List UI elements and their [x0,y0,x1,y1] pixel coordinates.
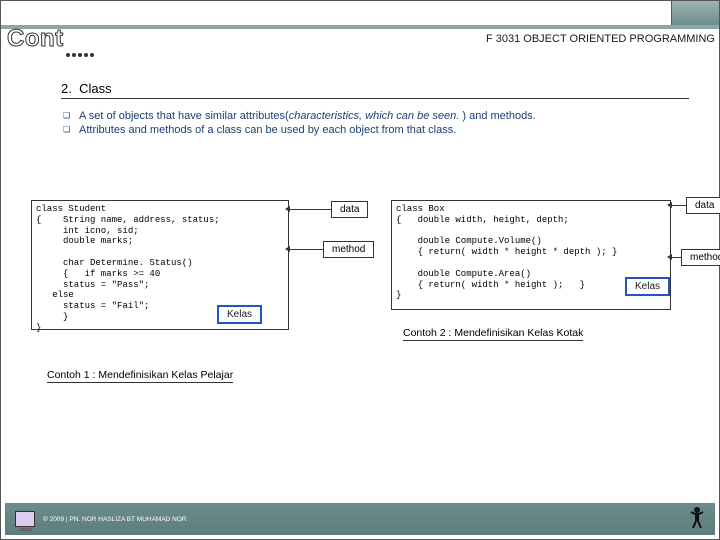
section: 2. Class A set of objects that have simi… [1,69,719,136]
section-title: 2. Class [61,81,689,99]
monitor-icon [15,511,35,527]
heading-cont: Cont [7,25,94,53]
footer: ® 2009 | PN. NOR HASLIZA BT MUHAMAD NOR [5,503,715,535]
arrow-method-1 [289,249,323,250]
footer-left: ® 2009 | PN. NOR HASLIZA BT MUHAMAD NOR [15,511,187,527]
bullet-2: Attributes and methods of a class can be… [79,124,689,136]
label-method-2: method [681,249,720,266]
section-name: Class [79,81,112,96]
label-kelas-2: Kelas [625,277,670,296]
bullet-list: A set of objects that have similar attri… [61,110,689,136]
heading-dots [66,53,94,57]
copyright-text: ® 2009 | PN. NOR HASLIZA BT MUHAMAD NOR [43,516,187,523]
label-data-1: data [331,201,368,218]
tool-strip [671,1,719,25]
caption-2: Contoh 2 : Mendefinisikan Kelas Kotak [403,327,583,341]
label-kelas-1: Kelas [217,305,262,324]
top-bar: 10 [1,1,719,29]
section-num: 2. [61,81,72,96]
arrow-method-2 [671,257,681,258]
label-method-1: method [323,241,374,258]
diagram-area: class Student { String name, address, st… [31,191,691,431]
person-icon [689,506,705,533]
slide-header: Cont F 3031 OBJECT ORIENTED PROGRAMMING [1,29,719,69]
heading-text: Cont [7,25,64,53]
arrow-data-1 [289,209,331,210]
caption-1: Contoh 1 : Mendefinisikan Kelas Pelajar [47,369,233,383]
label-data-2: data [686,197,720,214]
bullet-1: A set of objects that have similar attri… [79,110,689,122]
course-code: F 3031 OBJECT ORIENTED PROGRAMMING [486,31,715,45]
arrow-data-2 [671,205,686,206]
